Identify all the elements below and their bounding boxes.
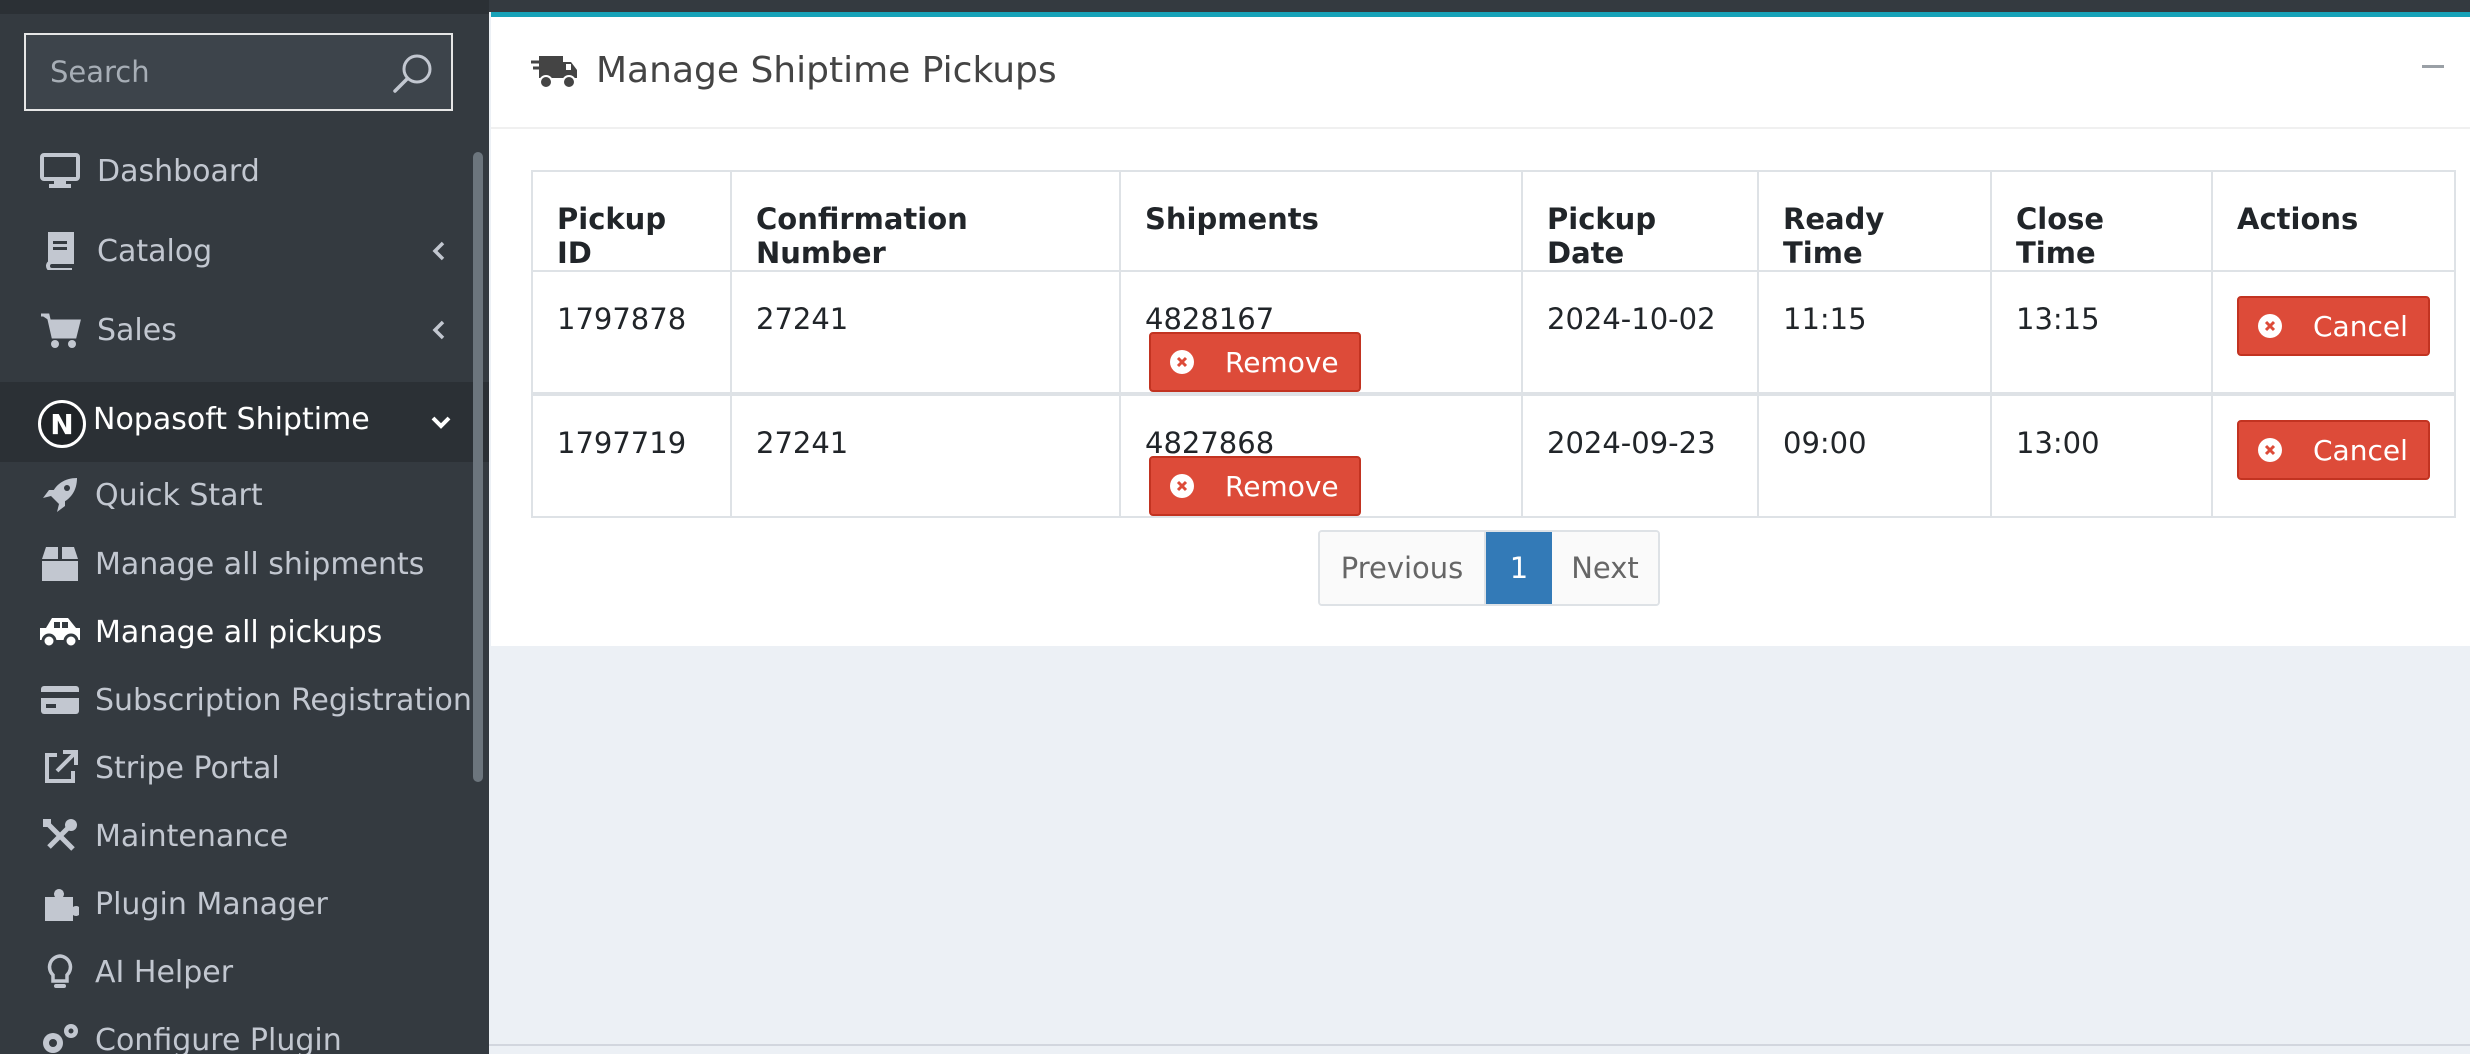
sidebar-item-label: Maintenance — [95, 818, 289, 854]
truck-icon — [38, 610, 82, 654]
nopasoft-logo: N — [38, 400, 86, 448]
sidebar-item-label: Quick Start — [95, 477, 263, 513]
shipment-id: 4828167 — [1145, 302, 1275, 336]
sidebar-item-label: Sales — [97, 312, 177, 348]
column-header-shipments[interactable]: Shipments — [1119, 170, 1523, 272]
sidebar-group-nopasoft-shiptime[interactable]: N Nopasoft Shiptime — [0, 382, 489, 462]
shipment-id: 4827868 — [1145, 426, 1275, 460]
sidebar-item-manage-all-pickups[interactable]: Manage all pickups — [0, 599, 489, 665]
sidebar-item-label: Dashboard — [97, 153, 260, 189]
pagination: Previous 1 Next — [1318, 530, 1660, 606]
book-icon — [38, 229, 82, 273]
confirmation-number-cell: 27241 — [730, 392, 1121, 518]
chevron-left-icon — [432, 241, 445, 261]
footer-divider — [489, 1044, 2470, 1046]
pickup-id-cell: 1797719 — [531, 392, 732, 518]
credit-card-icon — [38, 678, 82, 722]
sidebar-item-ai-helper[interactable]: AI Helper — [0, 939, 489, 1005]
sidebar-item-manage-all-shipments[interactable]: Manage all shipments — [0, 531, 489, 597]
sidebar-item-subscription-registration[interactable]: Subscription Registration — [0, 667, 489, 733]
actions-cell: Cancel — [2211, 270, 2456, 395]
column-header-pickup-id[interactable]: Pickup ID — [531, 170, 732, 272]
shipping-fast-icon — [531, 56, 577, 89]
column-header-confirmation-number[interactable]: Confirmation Number — [730, 170, 1121, 272]
search-icon[interactable] — [391, 51, 435, 95]
shipments-cell: 4828167 Remove — [1119, 270, 1523, 395]
lightbulb-icon — [38, 950, 82, 994]
sidebar-item-label: Stripe Portal — [95, 750, 280, 786]
confirmation-number-cell: 27241 — [730, 270, 1121, 395]
card-header: Manage Shiptime Pickups — [491, 17, 2470, 129]
monitor-icon — [38, 149, 82, 193]
rocket-icon — [38, 473, 82, 517]
times-circle-icon — [1170, 474, 1194, 498]
remove-shipment-button[interactable]: Remove — [1149, 332, 1361, 392]
sidebar-item-label: Subscription Registration — [95, 682, 472, 718]
cancel-label: Cancel — [2313, 309, 2408, 343]
main-content: Manage Shiptime Pickups Pickup ID Confir… — [489, 0, 2470, 1054]
collapse-card-button[interactable] — [2422, 65, 2444, 68]
sidebar-item-stripe-portal[interactable]: Stripe Portal — [0, 735, 489, 801]
external-link-icon — [38, 746, 82, 790]
pagination-previous[interactable]: Previous — [1320, 532, 1486, 604]
sidebar-item-label: Plugin Manager — [95, 886, 328, 922]
pickups-table: Pickup ID Confirmation Number Shipments … — [531, 170, 2456, 518]
sidebar-scrollbar[interactable] — [473, 152, 483, 782]
table-header-row: Pickup ID Confirmation Number Shipments … — [531, 170, 2456, 272]
sidebar: Dashboard Catalog Sales N Nopasoft Shipt… — [0, 0, 489, 1054]
sidebar-item-catalog[interactable]: Catalog — [0, 216, 489, 286]
sidebar-item-label: Manage all pickups — [95, 614, 383, 650]
column-header-pickup-date[interactable]: Pickup Date — [1521, 170, 1759, 272]
remove-shipment-button[interactable]: Remove — [1149, 456, 1361, 516]
gears-icon — [38, 1018, 82, 1054]
pickup-id-cell: 1797878 — [531, 270, 732, 395]
column-header-close-time[interactable]: Close Time — [1990, 170, 2213, 272]
sidebar-item-configure-plugin[interactable]: Configure Plugin — [0, 1007, 489, 1054]
sidebar-item-sales[interactable]: Sales — [0, 295, 489, 365]
sidebar-search[interactable] — [24, 33, 453, 111]
sidebar-item-label: AI Helper — [95, 954, 234, 990]
ready-time-cell: 11:15 — [1757, 270, 1992, 395]
column-header-actions: Actions — [2211, 170, 2456, 272]
times-circle-icon — [1170, 350, 1194, 374]
tools-icon — [38, 814, 82, 858]
close-time-cell: 13:00 — [1990, 392, 2213, 518]
box-icon — [38, 542, 82, 586]
sidebar-item-quick-start[interactable]: Quick Start — [0, 462, 489, 528]
actions-cell: Cancel — [2211, 392, 2456, 518]
chevron-left-icon — [432, 320, 445, 340]
sidebar-item-label: Configure Plugin — [95, 1022, 342, 1054]
pickups-card: Manage Shiptime Pickups Pickup ID Confir… — [491, 12, 2470, 646]
page-title: Manage Shiptime Pickups — [596, 50, 1057, 91]
remove-label: Remove — [1225, 469, 1339, 503]
sidebar-item-dashboard[interactable]: Dashboard — [0, 136, 489, 206]
table-row: 1797719 27241 4827868 Remove 2024-09-23 … — [531, 392, 2456, 518]
pickup-date-cell: 2024-10-02 — [1521, 270, 1759, 395]
shipments-cell: 4827868 Remove — [1119, 392, 1523, 518]
cancel-label: Cancel — [2313, 433, 2408, 467]
chevron-down-icon — [431, 416, 451, 429]
cart-icon — [38, 308, 82, 352]
pagination-page-1[interactable]: 1 — [1486, 532, 1552, 604]
pagination-next[interactable]: Next — [1552, 532, 1658, 604]
times-circle-icon — [2258, 438, 2282, 462]
puzzle-icon — [38, 882, 82, 926]
cancel-pickup-button[interactable]: Cancel — [2237, 296, 2430, 356]
sidebar-group-label: Nopasoft Shiptime — [93, 402, 370, 437]
sidebar-item-plugin-manager[interactable]: Plugin Manager — [0, 871, 489, 937]
pickup-date-cell: 2024-09-23 — [1521, 392, 1759, 518]
cancel-pickup-button[interactable]: Cancel — [2237, 420, 2430, 480]
sidebar-item-label: Catalog — [97, 233, 213, 269]
search-input[interactable] — [26, 35, 386, 109]
column-header-ready-time[interactable]: Ready Time — [1757, 170, 1992, 272]
times-circle-icon — [2258, 314, 2282, 338]
sidebar-item-maintenance[interactable]: Maintenance — [0, 803, 489, 869]
close-time-cell: 13:15 — [1990, 270, 2213, 395]
top-navbar — [489, 0, 2470, 12]
remove-label: Remove — [1225, 345, 1339, 379]
ready-time-cell: 09:00 — [1757, 392, 1992, 518]
sidebar-item-label: Manage all shipments — [95, 546, 425, 582]
sidebar-top-strip — [0, 0, 489, 14]
table-row: 1797878 27241 4828167 Remove 2024-10-02 … — [531, 270, 2456, 395]
